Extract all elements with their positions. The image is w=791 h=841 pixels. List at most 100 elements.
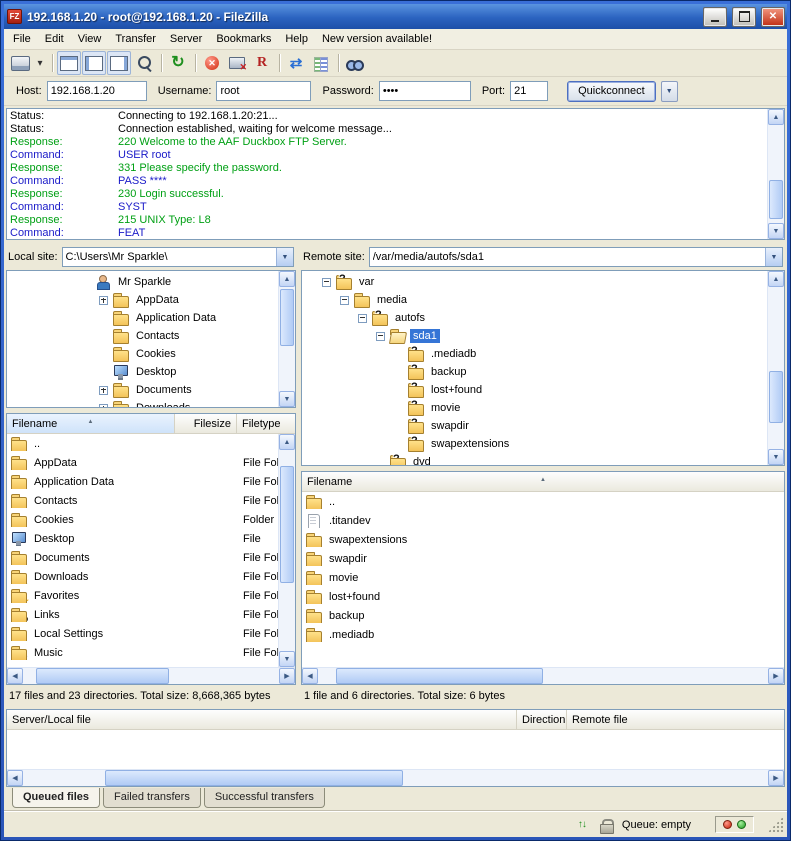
file-row[interactable]: Favorites File Folder <box>7 586 295 605</box>
resize-grip[interactable] <box>768 817 783 832</box>
scrollbar-track[interactable] <box>23 668 279 684</box>
tree-item[interactable]: autofs <box>302 309 767 327</box>
tree-item-label[interactable]: sda1 <box>410 329 440 343</box>
file-row[interactable]: movie <box>302 568 784 587</box>
tree-item-label[interactable]: swapextensions <box>428 437 512 451</box>
site-manager-icon[interactable] <box>8 51 32 75</box>
speed-limits-icon[interactable] <box>574 817 590 833</box>
local-site-input[interactable] <box>63 248 276 266</box>
tree-item[interactable]: sda1 <box>302 327 767 345</box>
tree-item-label[interactable]: Downloads <box>133 401 193 408</box>
scrollbar-thumb[interactable] <box>769 371 783 423</box>
username-input[interactable] <box>216 81 311 101</box>
file-row[interactable]: swapdir <box>302 549 784 568</box>
scrollbar-thumb[interactable] <box>105 770 403 786</box>
file-row[interactable]: .. <box>302 492 784 511</box>
quickconnect-dropdown-icon[interactable] <box>661 81 678 102</box>
host-input[interactable] <box>47 81 147 101</box>
scroll-left-icon[interactable]: ◀ <box>302 668 318 684</box>
tree-item[interactable]: swapextensions <box>302 435 767 453</box>
filter-icon[interactable] <box>132 51 156 75</box>
password-input[interactable] <box>379 81 471 101</box>
file-row[interactable]: Desktop File <box>7 529 295 548</box>
file-row[interactable]: Links File Folder <box>7 605 295 624</box>
synchronized-browsing-icon[interactable] <box>284 51 308 75</box>
disconnect-icon[interactable] <box>225 51 249 75</box>
tree-item-label[interactable]: dvd <box>410 455 434 466</box>
refresh-icon[interactable] <box>166 51 190 75</box>
tree-item[interactable]: Desktop <box>7 363 278 381</box>
column-header-filename[interactable]: Filename <box>302 472 784 492</box>
scroll-down-icon[interactable]: ▼ <box>768 223 784 239</box>
scrollbar-track[interactable] <box>279 287 295 391</box>
scroll-right-icon[interactable]: ▶ <box>279 668 295 684</box>
scrollbar-track[interactable] <box>23 770 768 786</box>
toggle-local-tree-icon[interactable] <box>82 51 106 75</box>
tree-item-label[interactable]: var <box>356 275 377 289</box>
column-header-filename[interactable]: Filename <box>7 414 175 434</box>
scrollbar-thumb[interactable] <box>280 289 294 346</box>
scroll-down-icon[interactable]: ▼ <box>768 449 784 465</box>
file-row[interactable]: lost+found <box>302 587 784 606</box>
tree-item-label[interactable]: Desktop <box>133 365 179 379</box>
directory-comparison-icon[interactable] <box>309 51 333 75</box>
tab-queued-files[interactable]: Queued files <box>12 788 100 808</box>
scroll-up-icon[interactable]: ▲ <box>768 271 784 287</box>
tree-item-label[interactable]: Cookies <box>133 347 179 361</box>
scroll-up-icon[interactable]: ▲ <box>279 271 295 287</box>
tree-item[interactable]: Contacts <box>7 327 278 345</box>
menu-server[interactable]: Server <box>163 30 209 48</box>
column-header-filesize[interactable]: Filesize <box>175 414 237 434</box>
tab-successful-transfers[interactable]: Successful transfers <box>204 788 325 808</box>
tree-item[interactable]: movie <box>302 399 767 417</box>
cancel-icon[interactable] <box>200 51 224 75</box>
tree-item[interactable]: .mediadb <box>302 345 767 363</box>
menu-bookmarks[interactable]: Bookmarks <box>209 30 278 48</box>
local-list-scrollbar[interactable]: ▲ ▼ <box>278 434 295 667</box>
tree-item[interactable]: Mr Sparkle <box>7 273 278 291</box>
menu-view[interactable]: View <box>71 30 109 48</box>
file-row[interactable]: AppData File Folder <box>7 453 295 472</box>
file-row[interactable]: Music File Folder <box>7 643 295 662</box>
local-site-dropdown-icon[interactable] <box>276 248 293 266</box>
tree-item[interactable]: backup <box>302 363 767 381</box>
scroll-right-icon[interactable]: ▶ <box>768 668 784 684</box>
tree-item-label[interactable]: Documents <box>133 383 195 397</box>
tree-item[interactable]: Documents <box>7 381 278 399</box>
menu-transfer[interactable]: Transfer <box>108 30 163 48</box>
tree-item[interactable]: swapdir <box>302 417 767 435</box>
quickconnect-button[interactable]: Quickconnect <box>567 81 656 102</box>
close-button[interactable] <box>762 8 784 26</box>
toggle-message-log-icon[interactable] <box>57 51 81 75</box>
menu-file[interactable]: File <box>6 30 38 48</box>
scrollbar-thumb[interactable] <box>336 668 543 684</box>
minimize-button[interactable] <box>704 8 726 26</box>
find-icon[interactable] <box>343 51 367 75</box>
menu-edit[interactable]: Edit <box>38 30 71 48</box>
maximize-button[interactable] <box>733 8 755 26</box>
site-manager-dropdown-icon[interactable] <box>33 51 47 75</box>
column-header-remote-file[interactable]: Remote file <box>567 710 784 730</box>
scrollbar-track[interactable] <box>768 287 784 449</box>
remote-site-dropdown-icon[interactable] <box>765 248 782 266</box>
tree-expander-icon[interactable] <box>322 278 331 287</box>
file-row[interactable]: Application Data File Folder <box>7 472 295 491</box>
scrollbar-thumb[interactable] <box>36 668 169 684</box>
tree-item-label[interactable]: lost+found <box>428 383 485 397</box>
file-row[interactable]: .mediadb <box>302 625 784 644</box>
port-input[interactable] <box>510 81 548 101</box>
file-row[interactable]: Downloads File Folder <box>7 567 295 586</box>
scroll-left-icon[interactable]: ◀ <box>7 668 23 684</box>
tree-item[interactable]: var <box>302 273 767 291</box>
tree-item-label[interactable]: Mr Sparkle <box>115 275 174 289</box>
tree-item[interactable]: media <box>302 291 767 309</box>
scrollbar-thumb[interactable] <box>280 466 294 583</box>
tree-item-label[interactable]: .mediadb <box>428 347 479 361</box>
column-header-server-local-file[interactable]: Server/Local file <box>7 710 517 730</box>
tree-expander-icon[interactable] <box>99 296 108 305</box>
file-row[interactable]: Documents File Folder <box>7 548 295 567</box>
tree-item-label[interactable]: media <box>374 293 410 307</box>
menu-new-version[interactable]: New version available! <box>315 30 439 48</box>
scroll-up-icon[interactable]: ▲ <box>768 109 784 125</box>
remote-site-input[interactable] <box>370 248 765 266</box>
